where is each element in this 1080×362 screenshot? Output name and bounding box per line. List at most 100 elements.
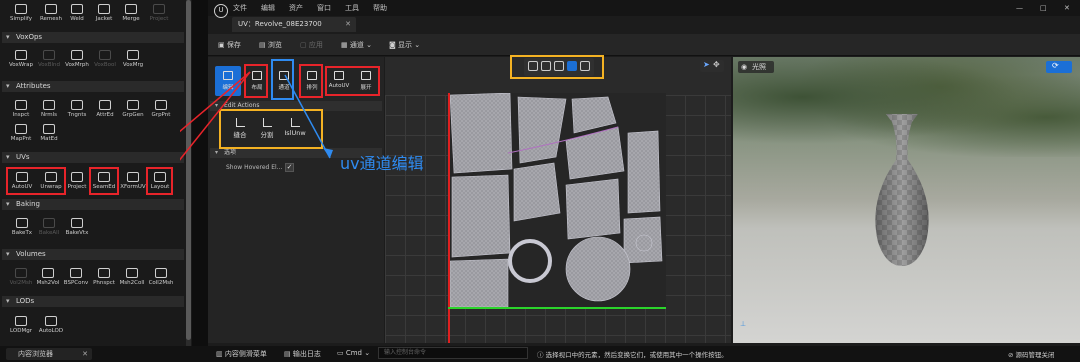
menu-tools[interactable]: 工具 (345, 3, 359, 13)
tool-jacket[interactable]: Jacket (89, 4, 119, 22)
section-volumes[interactable]: Volumes (2, 249, 184, 260)
close-icon[interactable]: ✕ (345, 17, 351, 32)
console-command-input[interactable]: 输入控制台命令 (378, 347, 528, 359)
bake-texture-icon (16, 218, 28, 228)
jacket-icon (98, 4, 110, 14)
msh2coll-icon (126, 268, 138, 278)
eye-icon: ◉ (741, 63, 748, 71)
source-control-button[interactable]: ⊘ 源码管理关闭 (1008, 349, 1055, 359)
highlight-uv-tools-group (6, 167, 66, 195)
menu-window[interactable]: 窗口 (317, 3, 331, 13)
tool-bakevtx[interactable]: BakeVtx (62, 218, 92, 236)
vase-mesh-preview (875, 114, 929, 266)
output-log-button[interactable]: ▤ 输出日志 (284, 349, 321, 359)
u-axis-line (448, 93, 450, 343)
display-dropdown[interactable]: ◙ 显示 ⌄ (389, 40, 420, 50)
project-icon (153, 4, 165, 14)
tool-voxmrph[interactable]: VoxMrph (62, 50, 92, 68)
unreal-logo-icon[interactable]: U (214, 4, 228, 18)
tool-voxmrg[interactable]: VoxMrg (118, 50, 148, 68)
vol2msh-icon (15, 268, 27, 278)
tool-msh2coll[interactable]: Msh2Coll (117, 268, 147, 286)
simplify-icon (15, 4, 27, 14)
tool-voxbool[interactable]: VoxBool (90, 50, 120, 68)
tool-voxblnd[interactable]: VoxBlnd (34, 50, 64, 68)
highlight-seamed (89, 167, 119, 195)
voxwrap-icon (15, 50, 27, 60)
menu-asset[interactable]: 资产 (289, 3, 303, 13)
minimize-button[interactable]: — (1016, 4, 1023, 12)
channel-dropdown[interactable]: ▦ 通道 ⌄ (341, 40, 372, 50)
tool-vol2msh[interactable]: Vol2Msh (6, 268, 36, 286)
voxbool-icon (99, 50, 111, 60)
transform-uv-icon (127, 172, 139, 182)
tool-phnspct[interactable]: Phnspct (89, 268, 119, 286)
close-window-button[interactable]: ✕ (1064, 4, 1070, 12)
tab-uv-editor[interactable]: UV：Revolve_08E23700 ✕ (232, 17, 356, 32)
section-baking[interactable]: Baking (2, 199, 184, 210)
menu-help[interactable]: 帮助 (373, 3, 387, 13)
tool-xformuv[interactable]: XFormUV (118, 172, 148, 190)
section-lods[interactable]: LODs (2, 296, 184, 307)
status-hint: ⓘ 选择视口中的元素，然后变换它们，或使用其中一个操作按钮。 (537, 351, 728, 359)
tool-baketx[interactable]: BakeTx (7, 218, 37, 236)
tool-mappnt[interactable]: MapPnt (6, 124, 36, 142)
tangents-icon (71, 100, 83, 110)
cmd-dropdown[interactable]: ▭ Cmd ⌄ (337, 349, 370, 357)
annotation-arrows (180, 71, 333, 161)
remesh-icon (45, 4, 57, 14)
section-attributes[interactable]: Attributes (2, 81, 184, 92)
move-icon: ✥ (713, 60, 720, 69)
tool-lodmgr[interactable]: LODMgr (6, 316, 36, 334)
v-axis-line (448, 307, 666, 309)
tool-project[interactable]: Project (144, 4, 174, 22)
weld-icon (71, 4, 83, 14)
save-button[interactable]: ▣ 保存 (218, 40, 241, 50)
menu-bar (208, 0, 1080, 16)
section-uvs[interactable]: UVs (2, 152, 184, 163)
tool-grpgen[interactable]: GrpGen (118, 100, 148, 118)
close-icon[interactable]: ✕ (82, 348, 88, 360)
highlight-selection-modes (510, 55, 604, 79)
tool-nrmls[interactable]: Nrmls (34, 100, 64, 118)
content-browser-tab[interactable]: 内容浏览器 ✕ (6, 348, 92, 360)
tool-tngnts[interactable]: Tngnts (62, 100, 92, 118)
project-uv-icon (71, 172, 83, 182)
physics-inspect-icon (98, 268, 110, 278)
tool-weld[interactable]: Weld (62, 4, 92, 22)
lod-manager-icon (15, 316, 27, 326)
tool-bspconv[interactable]: BSPConv (61, 268, 91, 286)
bspconv-icon (70, 268, 82, 278)
tool-bakeall[interactable]: BakeAll (34, 218, 64, 236)
lighting-mode-button[interactable]: ◉ 光照 (738, 61, 774, 73)
tool-attred[interactable]: AttrEd (90, 100, 120, 118)
tool-grppnt[interactable]: GrpPnt (146, 100, 176, 118)
autolod-icon (45, 316, 57, 326)
tool-msh2vol[interactable]: Msh2Vol (33, 268, 63, 286)
annotation-label: uv通道编辑 (340, 154, 424, 173)
tool-voxwrap[interactable]: VoxWrap (6, 50, 36, 68)
section-voxops[interactable]: VoxOps (2, 32, 184, 43)
group-paint-icon (155, 100, 167, 110)
tool-simplify[interactable]: Simplify (6, 4, 36, 22)
tool-project-uv[interactable]: Project (62, 172, 92, 190)
voxmrg-icon (127, 50, 139, 60)
tool-coll2msh[interactable]: Coll2Msh (146, 268, 176, 286)
maximize-button[interactable]: □ (1040, 4, 1047, 12)
apply-button[interactable]: ▢ 应用 (300, 40, 323, 50)
material-editor-icon (43, 124, 55, 134)
select-move-toggle[interactable]: ➤ ✥ (700, 60, 724, 72)
browse-button[interactable]: ▤ 浏览 (259, 40, 282, 50)
camera-icon: ⟳ (1052, 61, 1059, 70)
tool-merge[interactable]: Merge (116, 4, 146, 22)
voxmrph-icon (71, 50, 83, 60)
content-drawer-button[interactable]: ▥ 内容侧滑菜单 (216, 349, 267, 359)
coll2msh-icon (155, 268, 167, 278)
camera-options-button[interactable]: ⟳ (1046, 61, 1072, 73)
tool-mated[interactable]: MatEd (34, 124, 64, 142)
tool-autolod[interactable]: AutoLOD (36, 316, 66, 334)
axis-gizmo-icon: ⊥ (740, 320, 747, 328)
menu-file[interactable]: 文件 (233, 3, 247, 13)
tool-inspct[interactable]: Inspct (6, 100, 36, 118)
menu-edit[interactable]: 编辑 (261, 3, 275, 13)
